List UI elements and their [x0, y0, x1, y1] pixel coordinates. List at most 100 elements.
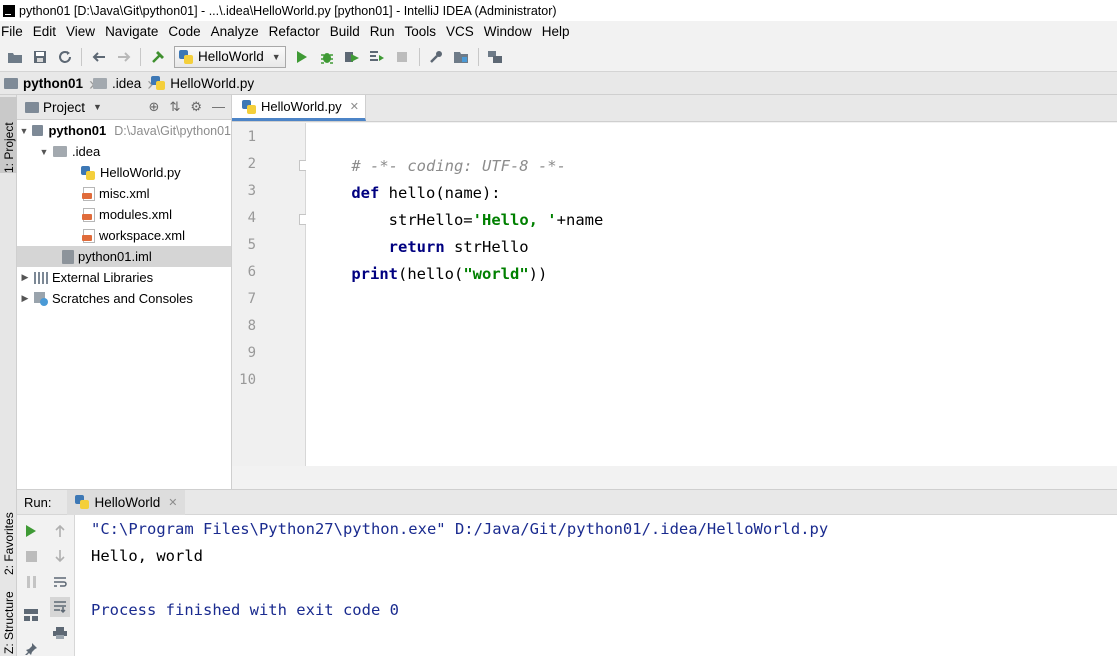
title-bar: python01 [D:\Java\Git\python01] - ...\.i… [0, 0, 1117, 21]
tab-structure-label: Z: Structure [1, 591, 16, 654]
tab-project-tool-window[interactable]: 1: Project [0, 97, 17, 173]
back-arrow-icon[interactable] [88, 46, 109, 67]
menu-bar: File Edit View Navigate Code Analyze Ref… [0, 21, 1117, 42]
chevron-down-icon: ▼ [271, 51, 281, 62]
save-all-icon[interactable] [29, 46, 50, 67]
menu-file[interactable]: File [0, 24, 28, 39]
folder-icon [93, 77, 108, 89]
debug-bug-icon[interactable] [317, 46, 338, 67]
breadcrumb-file[interactable]: HelloWorld.py [151, 76, 260, 91]
line-number: 4 [247, 210, 256, 226]
collapse-arrow-icon[interactable]: ▶ [19, 293, 31, 304]
line-number: 8 [247, 318, 256, 334]
soft-wrap-icon[interactable] [50, 572, 70, 592]
menu-refactor[interactable]: Refactor [267, 24, 325, 39]
pause-icon[interactable] [21, 572, 41, 592]
stop-icon[interactable] [21, 546, 41, 566]
stop-icon[interactable] [392, 46, 413, 67]
tree-item-modules-xml[interactable]: modules.xml [17, 204, 231, 225]
build-hammer-icon[interactable] [147, 46, 168, 67]
library-icon [34, 271, 48, 284]
sync-icon[interactable] [54, 46, 75, 67]
sdk-manager-icon[interactable] [485, 46, 506, 67]
expand-arrow-icon[interactable]: ▼ [38, 147, 50, 157]
tab-structure-tool-window[interactable]: Z: Structure [0, 588, 17, 654]
menu-run[interactable]: Run [368, 24, 400, 39]
editor-gutter: 1 2 3 4 5 6 7 8 9 10 [232, 123, 310, 466]
intellij-logo-icon [3, 4, 15, 17]
line-number: 5 [247, 237, 256, 253]
run-with-coverage-icon[interactable] [342, 46, 363, 67]
rerun-icon[interactable] [21, 521, 41, 541]
keyword-token: print [351, 265, 398, 283]
run-tab-label: HelloWorld [94, 494, 161, 510]
tree-item-project-root[interactable]: ▼ python01 D:\Java\Git\python01 [17, 120, 231, 141]
up-arrow-icon[interactable] [50, 521, 70, 541]
forward-arrow-icon[interactable] [113, 46, 134, 67]
breadcrumb-project[interactable]: python01 [4, 74, 95, 95]
menu-navigate[interactable]: Navigate [103, 24, 163, 39]
tree-item-python01-iml[interactable]: python01.iml [17, 246, 231, 267]
close-icon[interactable]: ✕ [350, 100, 359, 113]
gear-icon[interactable]: ⚙ [190, 99, 202, 115]
menu-help[interactable]: Help [540, 24, 575, 39]
tree-item-scratches[interactable]: ▶ Scratches and Consoles [17, 288, 231, 309]
console-output-line: Hello, world [91, 547, 203, 565]
collapse-all-icon[interactable]: ⇅ [169, 99, 180, 115]
editor-bottom-spacer [232, 466, 1117, 489]
tab-favorites-tool-window[interactable]: 2: Favorites [0, 495, 17, 575]
menu-edit[interactable]: Edit [31, 24, 61, 39]
project-path-label: D:\Java\Git\python01 [114, 123, 231, 138]
tab-favorites-label: 2: Favorites [1, 512, 16, 575]
xml-file-icon [82, 207, 95, 222]
run-icon[interactable] [292, 46, 313, 67]
menu-build[interactable]: Build [328, 24, 365, 39]
toolbar-divider [81, 47, 82, 66]
run-configuration-dropdown[interactable]: HelloWorld ▼ [174, 45, 286, 68]
tree-item-label: Scratches and Consoles [52, 291, 193, 306]
chevron-down-icon[interactable]: ▼ [93, 102, 102, 112]
python-file-icon [151, 76, 166, 90]
down-arrow-icon[interactable] [50, 546, 70, 566]
tree-item-helloworld-py[interactable]: HelloWorld.py [17, 162, 231, 183]
toolbar-divider [418, 47, 420, 66]
run-tab-helloworld[interactable]: HelloWorld ✕ [67, 489, 186, 515]
tree-item-workspace-xml[interactable]: workspace.xml [17, 225, 231, 246]
menu-analyze[interactable]: Analyze [209, 24, 264, 39]
open-folder-icon[interactable] [4, 46, 25, 67]
toolbar-divider [140, 47, 141, 66]
breadcrumb-idea-folder[interactable]: .idea [93, 74, 154, 95]
pin-icon[interactable] [21, 639, 41, 656]
menu-vcs[interactable]: VCS [444, 24, 479, 39]
project-view-selector[interactable]: Project [43, 100, 85, 115]
layout-icon[interactable] [21, 605, 41, 625]
menu-code[interactable]: Code [166, 24, 205, 39]
tree-item-label: workspace.xml [99, 228, 185, 243]
tab-helloworld-py[interactable]: HelloWorld.py ✕ [232, 95, 366, 121]
close-icon[interactable]: ✕ [168, 496, 177, 509]
menu-view[interactable]: View [64, 24, 100, 39]
project-tool-window: Project ▼ ⊕ ⇅ ⚙ — ▼ python01 D:\Java\Git… [17, 95, 232, 489]
hide-panel-icon[interactable]: — [212, 99, 225, 115]
scroll-from-source-icon[interactable]: ⊕ [149, 99, 160, 115]
print-icon[interactable] [50, 623, 70, 643]
tree-item-external-libraries[interactable]: ▶ External Libraries [17, 267, 231, 288]
tree-item-idea-folder[interactable]: ▼ .idea [17, 141, 231, 162]
run-console-output[interactable]: "C:\Program Files\Python27\python.exe" D… [75, 515, 1117, 656]
menu-tools[interactable]: Tools [403, 24, 442, 39]
scroll-to-end-icon[interactable] [50, 597, 70, 617]
code-editor[interactable]: # -*- coding: UTF-8 -*- def hello(name):… [306, 123, 1117, 466]
settings-wrench-icon[interactable] [426, 46, 447, 67]
expand-arrow-icon[interactable]: ▼ [19, 126, 29, 136]
code-line-1: # -*- coding: UTF-8 -*- [314, 126, 566, 175]
toolbar-divider [477, 47, 479, 66]
project-view-icon [25, 101, 39, 113]
profile-run-icon[interactable] [367, 46, 388, 67]
menu-window[interactable]: Window [482, 24, 537, 39]
project-structure-icon[interactable] [451, 46, 472, 67]
code-token: +name [556, 211, 604, 229]
tree-item-misc-xml[interactable]: misc.xml [17, 183, 231, 204]
collapse-arrow-icon[interactable]: ▶ [19, 272, 31, 283]
breadcrumb-idea-label: .idea [112, 75, 142, 91]
folder-icon [53, 146, 67, 157]
